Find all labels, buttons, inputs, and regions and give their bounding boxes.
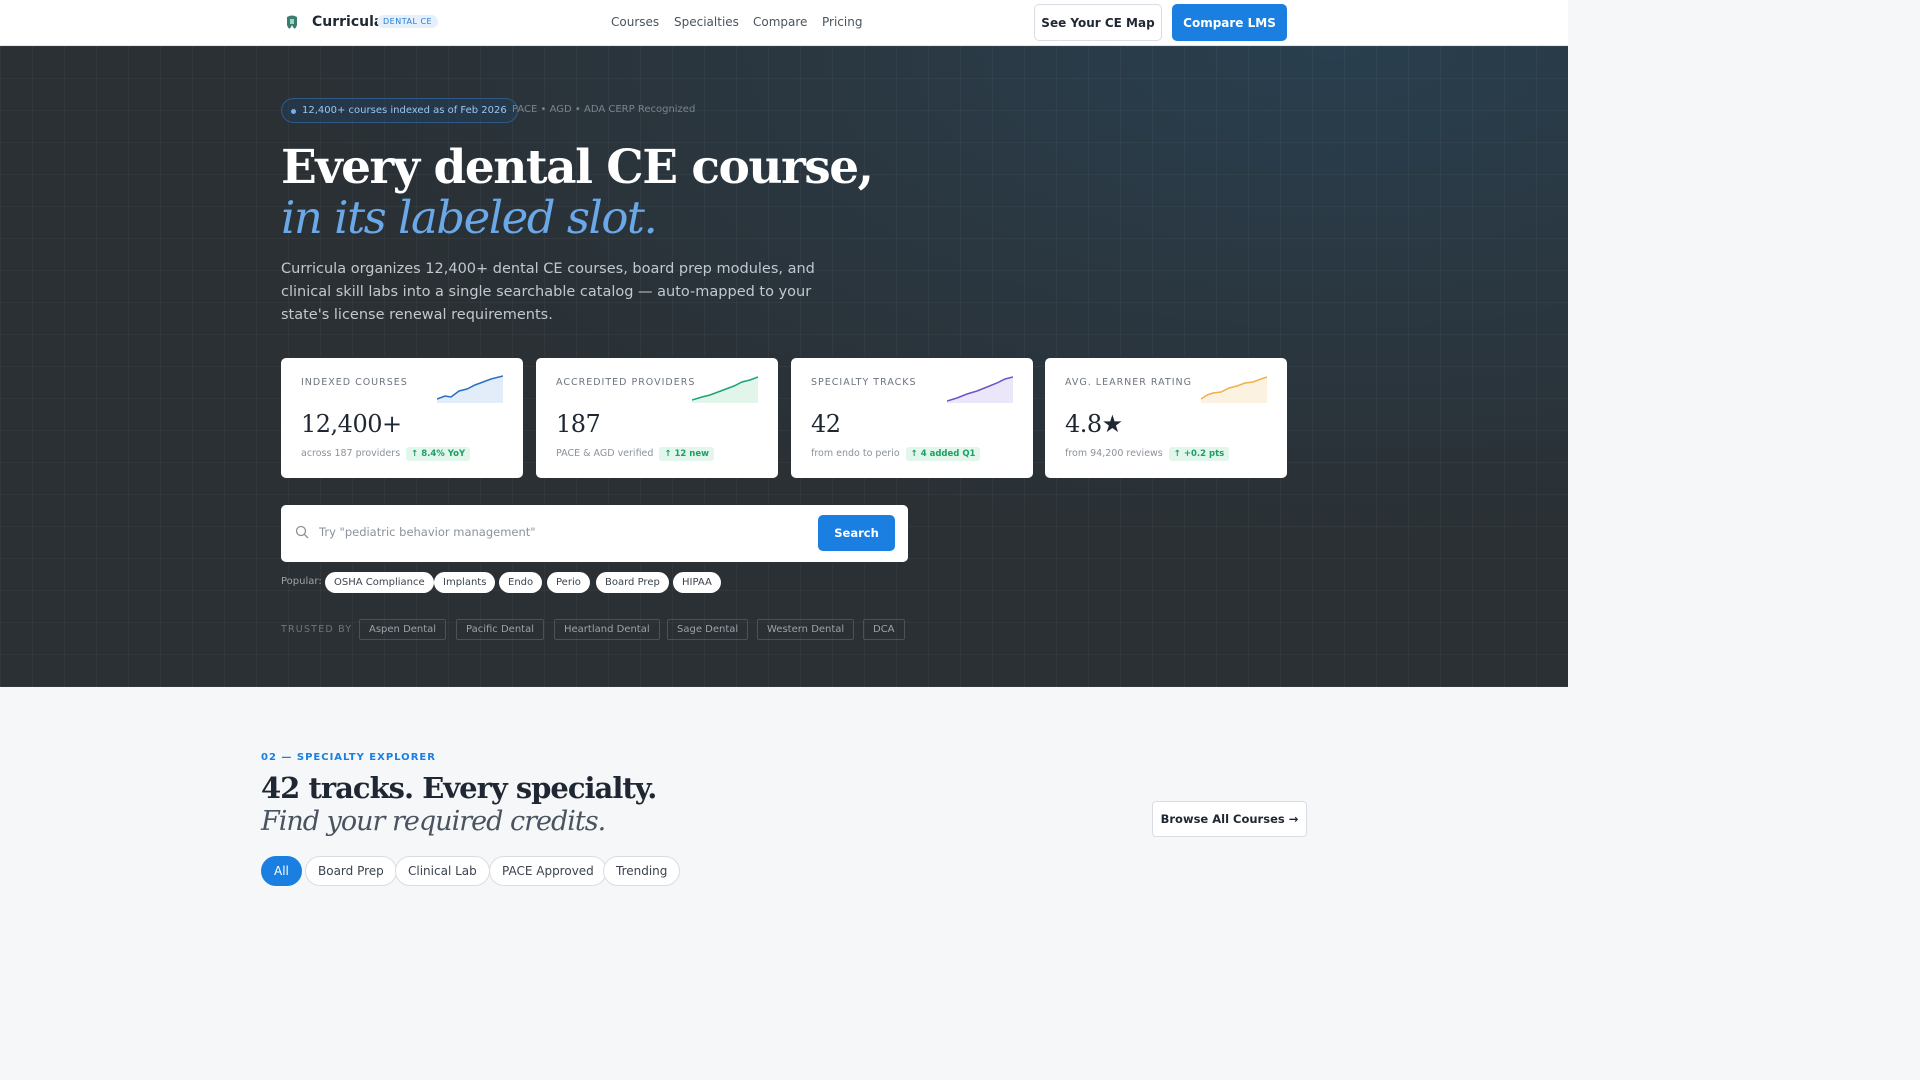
- nav-link-courses[interactable]: Courses: [611, 15, 659, 29]
- popular-chip-implants[interactable]: Implants: [434, 572, 496, 593]
- hero-description: Curricula organizes 12,400+ dental CE co…: [281, 261, 815, 323]
- sparkline-icon: [947, 376, 1013, 403]
- compare-lms-button[interactable]: Compare LMS: [1172, 4, 1287, 41]
- filter-tab-trending[interactable]: Trending: [603, 856, 681, 886]
- sparkline-icon: [437, 375, 503, 403]
- section-subtitle: Find your required credits.: [261, 806, 606, 837]
- filter-tab-pace-approved[interactable]: PACE Approved: [489, 856, 607, 886]
- stat-card-specialty-tracks: SPECIALTY TRACKS 42 from endo to perio ↑ …: [791, 358, 1033, 478]
- trusted-logo-western: Western Dental: [757, 619, 855, 640]
- brand-tag: DENTAL CE: [377, 15, 439, 28]
- course-search-bar: Search: [281, 505, 908, 562]
- top-nav: Curricula DENTAL CE Courses Specialties …: [0, 0, 1568, 46]
- filter-tab-all[interactable]: All: [261, 856, 302, 886]
- hero-title: Every dental CE course,: [281, 140, 874, 195]
- stat-sub: from endo to perio ↑ 4 added Q1: [811, 447, 981, 461]
- stat-sub: across 187 providers ↑ 8.4% YoY: [301, 447, 471, 461]
- pill-text: 12,400+ courses indexed as of Feb 2026: [302, 105, 507, 116]
- popular-chip-osha[interactable]: OSHA Compliance: [325, 572, 434, 593]
- stat-card-learner-rating: AVG. LEARNER RATING 4.8★ from 94,200 rev…: [1045, 358, 1287, 478]
- search-icon: [295, 525, 309, 539]
- trusted-logo-pacific: Pacific Dental: [456, 619, 544, 640]
- stat-sub-text: across 187 providers: [301, 448, 401, 459]
- stat-card-indexed-courses: INDEXED COURSES 12,400+ across 187 provi…: [281, 358, 523, 478]
- trusted-logo-sage: Sage Dental: [667, 619, 749, 640]
- courses-indexed-pill: 12,400+ courses indexed as of Feb 2026: [281, 98, 518, 123]
- filter-tab-clinical-lab[interactable]: Clinical Lab: [395, 856, 490, 886]
- delta-badge: ↑ 8.4% YoY: [406, 447, 471, 461]
- trusted-by-label: TRUSTED BY: [281, 624, 353, 635]
- sparkline-icon: [692, 376, 758, 403]
- stat-value: 42: [811, 410, 841, 438]
- stat-label: INDEXED COURSES: [301, 377, 408, 388]
- section-eyebrow: 02 — SPECIALTY EXPLORER: [261, 752, 436, 763]
- trusted-logo-aspen: Aspen Dental: [359, 619, 447, 640]
- trusted-logo-dca: DCA: [863, 619, 905, 640]
- stat-value: 4.8★: [1065, 410, 1123, 438]
- popular-chip-perio[interactable]: Perio: [547, 572, 590, 593]
- stat-sub-text: PACE & AGD verified: [556, 448, 654, 459]
- popular-chip-board-prep[interactable]: Board Prep: [596, 572, 669, 593]
- stat-value: 187: [556, 410, 601, 438]
- stat-card-accredited-providers: ACCREDITED PROVIDERS 187 PACE & AGD veri…: [536, 358, 778, 478]
- nav-link-compare[interactable]: Compare: [753, 15, 807, 29]
- nav-link-specialties[interactable]: Specialties: [674, 15, 739, 29]
- stat-sub-text: from 94,200 reviews: [1065, 448, 1163, 459]
- accreditation-text: PACE • AGD • ADA CERP Recognized: [512, 104, 696, 115]
- stat-label: SPECIALTY TRACKS: [811, 377, 917, 388]
- hero-title-italic: in its labeled slot.: [281, 191, 658, 244]
- popular-label: Popular:: [281, 576, 322, 587]
- filter-tab-board-prep[interactable]: Board Prep: [305, 856, 397, 886]
- sparkline-icon: [1201, 376, 1267, 403]
- brand-name[interactable]: Curricula: [312, 14, 383, 30]
- stat-label: AVG. LEARNER RATING: [1065, 377, 1192, 388]
- stat-sub-text: from endo to perio: [811, 448, 900, 459]
- delta-badge: ↑ 4 added Q1: [905, 447, 981, 461]
- popular-chip-endo[interactable]: Endo: [499, 572, 543, 593]
- search-input[interactable]: [319, 525, 799, 539]
- stat-value: 12,400+: [301, 410, 402, 438]
- search-button[interactable]: Search: [818, 515, 895, 551]
- stat-sub: from 94,200 reviews ↑ +0.2 pts: [1065, 447, 1230, 461]
- nav-link-pricing[interactable]: Pricing: [822, 15, 862, 29]
- stat-sub: PACE & AGD verified ↑ 12 new: [556, 447, 714, 461]
- browse-all-courses-button[interactable]: Browse All Courses →: [1152, 801, 1307, 837]
- tooth-logo-icon[interactable]: [286, 15, 298, 31]
- stat-label: ACCREDITED PROVIDERS: [556, 377, 696, 388]
- see-ce-map-button[interactable]: See Your CE Map: [1034, 4, 1162, 41]
- trusted-logo-heartland: Heartland Dental: [554, 619, 660, 640]
- delta-badge: ↑ +0.2 pts: [1168, 447, 1230, 461]
- status-dot-icon: [291, 109, 296, 114]
- delta-badge: ↑ 12 new: [659, 447, 714, 461]
- popular-chip-hipaa[interactable]: HIPAA: [673, 572, 721, 593]
